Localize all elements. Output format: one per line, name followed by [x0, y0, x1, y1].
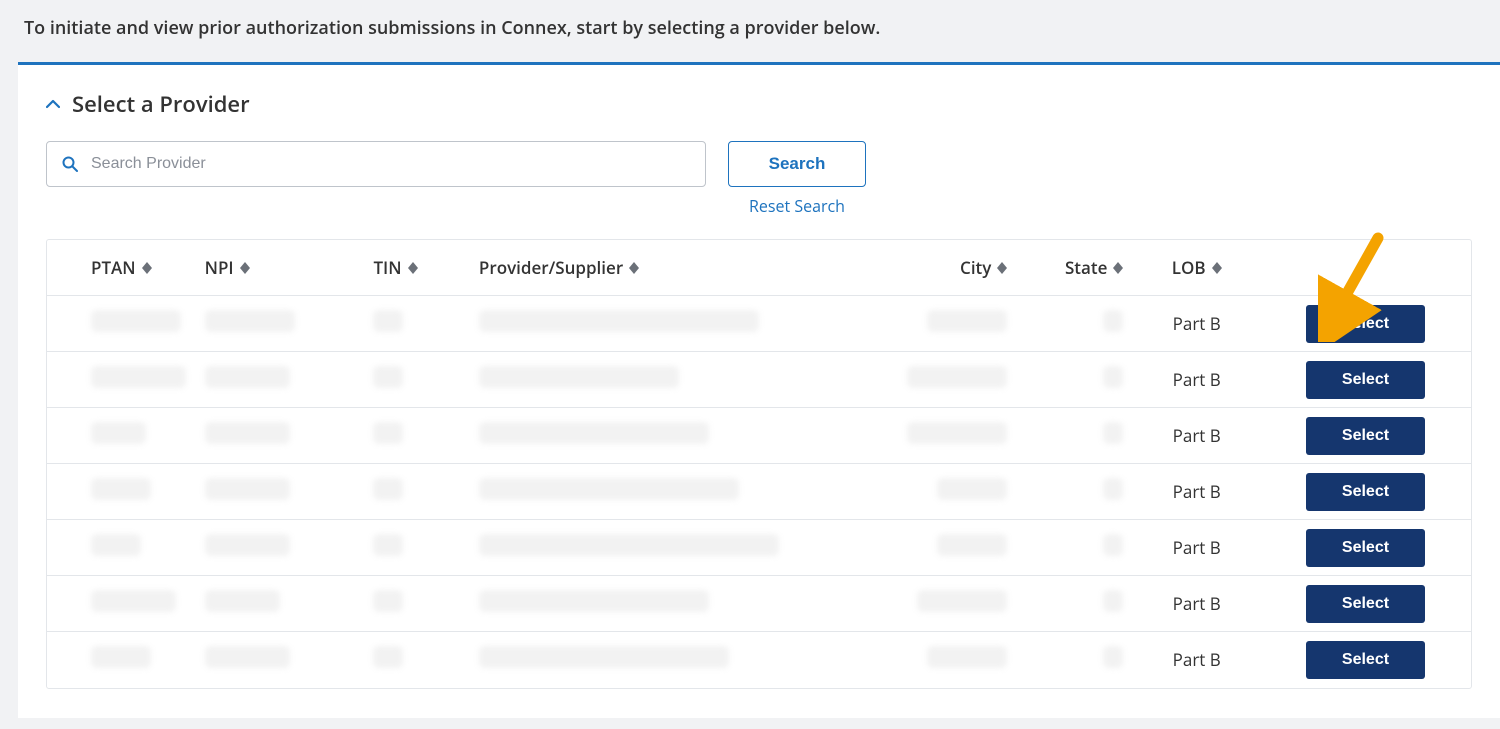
redacted-cell [205, 590, 280, 612]
select-button[interactable]: Select [1306, 305, 1425, 343]
redacted-cell [373, 310, 403, 332]
table-row: Part B Select [47, 632, 1471, 688]
redacted-cell [927, 646, 1007, 668]
redacted-cell [479, 590, 709, 612]
redacted-cell [91, 478, 151, 500]
redacted-cell [91, 534, 141, 556]
redacted-cell [373, 366, 403, 388]
redacted-cell [1103, 646, 1123, 668]
section-header[interactable]: Select a Provider [46, 89, 1472, 119]
col-label: TIN [373, 256, 401, 279]
redacted-cell [91, 366, 186, 388]
select-button[interactable]: Select [1306, 529, 1425, 567]
redacted-cell [1103, 590, 1123, 612]
col-label: City [960, 256, 991, 279]
col-label: LOB [1172, 256, 1206, 279]
redacted-cell [479, 646, 729, 668]
redacted-cell [907, 422, 1007, 444]
redacted-cell [917, 590, 1007, 612]
redacted-cell [479, 534, 779, 556]
select-button[interactable]: Select [1306, 473, 1425, 511]
col-label: Provider/Supplier [479, 256, 623, 279]
reset-search-link[interactable]: Reset Search [749, 195, 845, 217]
col-header-city[interactable]: City [960, 256, 1007, 279]
col-label: State [1065, 256, 1107, 279]
redacted-cell [1103, 478, 1123, 500]
search-button[interactable]: Search [728, 141, 866, 187]
search-input[interactable] [46, 141, 706, 187]
redacted-cell [479, 478, 739, 500]
sort-icon [1212, 262, 1222, 274]
section-title: Select a Provider [72, 89, 250, 119]
sort-icon [629, 262, 639, 274]
lob-cell: Part B [1173, 536, 1221, 559]
col-header-npi[interactable]: NPI [205, 256, 250, 279]
lob-cell: Part B [1173, 592, 1221, 615]
table-row: Part B Select [47, 296, 1471, 352]
lob-cell: Part B [1173, 312, 1221, 335]
lob-cell: Part B [1173, 424, 1221, 447]
redacted-cell [91, 422, 146, 444]
redacted-cell [1103, 422, 1123, 444]
redacted-cell [373, 422, 403, 444]
redacted-cell [1103, 534, 1123, 556]
redacted-cell [373, 590, 403, 612]
redacted-cell [479, 366, 679, 388]
redacted-cell [1103, 366, 1123, 388]
sort-icon [997, 262, 1007, 274]
redacted-cell [205, 366, 290, 388]
select-button[interactable]: Select [1306, 585, 1425, 623]
select-button[interactable]: Select [1306, 417, 1425, 455]
redacted-cell [205, 534, 290, 556]
redacted-cell [205, 646, 290, 668]
redacted-cell [479, 422, 709, 444]
col-header-ptan[interactable]: PTAN [91, 256, 152, 279]
table-row: Part B Select [47, 464, 1471, 520]
col-label: PTAN [91, 256, 136, 279]
col-header-provider[interactable]: Provider/Supplier [479, 256, 639, 279]
redacted-cell [927, 310, 1007, 332]
page-intro: To initiate and view prior authorization… [18, 0, 1500, 62]
redacted-cell [479, 310, 759, 332]
redacted-cell [91, 310, 181, 332]
redacted-cell [373, 534, 403, 556]
table-row: Part B Select [47, 576, 1471, 632]
redacted-cell [1103, 310, 1123, 332]
chevron-up-icon [46, 99, 60, 109]
provider-table: PTAN NPI TIN Provider/Supplier City Stat… [46, 239, 1472, 689]
table-row: Part B Select [47, 520, 1471, 576]
sort-icon [408, 262, 418, 274]
col-header-lob[interactable]: LOB [1172, 256, 1222, 279]
sort-icon [142, 262, 152, 274]
col-label: NPI [205, 256, 234, 279]
select-button[interactable]: Select [1306, 641, 1425, 679]
sort-icon [240, 262, 250, 274]
provider-panel: Select a Provider Search Reset Search [18, 62, 1500, 718]
redacted-cell [205, 310, 295, 332]
redacted-cell [91, 590, 176, 612]
redacted-cell [937, 478, 1007, 500]
redacted-cell [907, 366, 1007, 388]
col-header-state[interactable]: State [1065, 256, 1123, 279]
lob-cell: Part B [1173, 368, 1221, 391]
redacted-cell [205, 422, 290, 444]
col-header-tin[interactable]: TIN [373, 256, 417, 279]
table-row: Part B Select [47, 408, 1471, 464]
redacted-cell [373, 646, 403, 668]
lob-cell: Part B [1173, 480, 1221, 503]
table-row: Part B Select [47, 352, 1471, 408]
redacted-cell [937, 534, 1007, 556]
search-icon [62, 156, 78, 172]
sort-icon [1113, 262, 1123, 274]
select-button[interactable]: Select [1306, 361, 1425, 399]
lob-cell: Part B [1173, 648, 1221, 671]
redacted-cell [205, 478, 290, 500]
redacted-cell [91, 646, 151, 668]
redacted-cell [373, 478, 403, 500]
